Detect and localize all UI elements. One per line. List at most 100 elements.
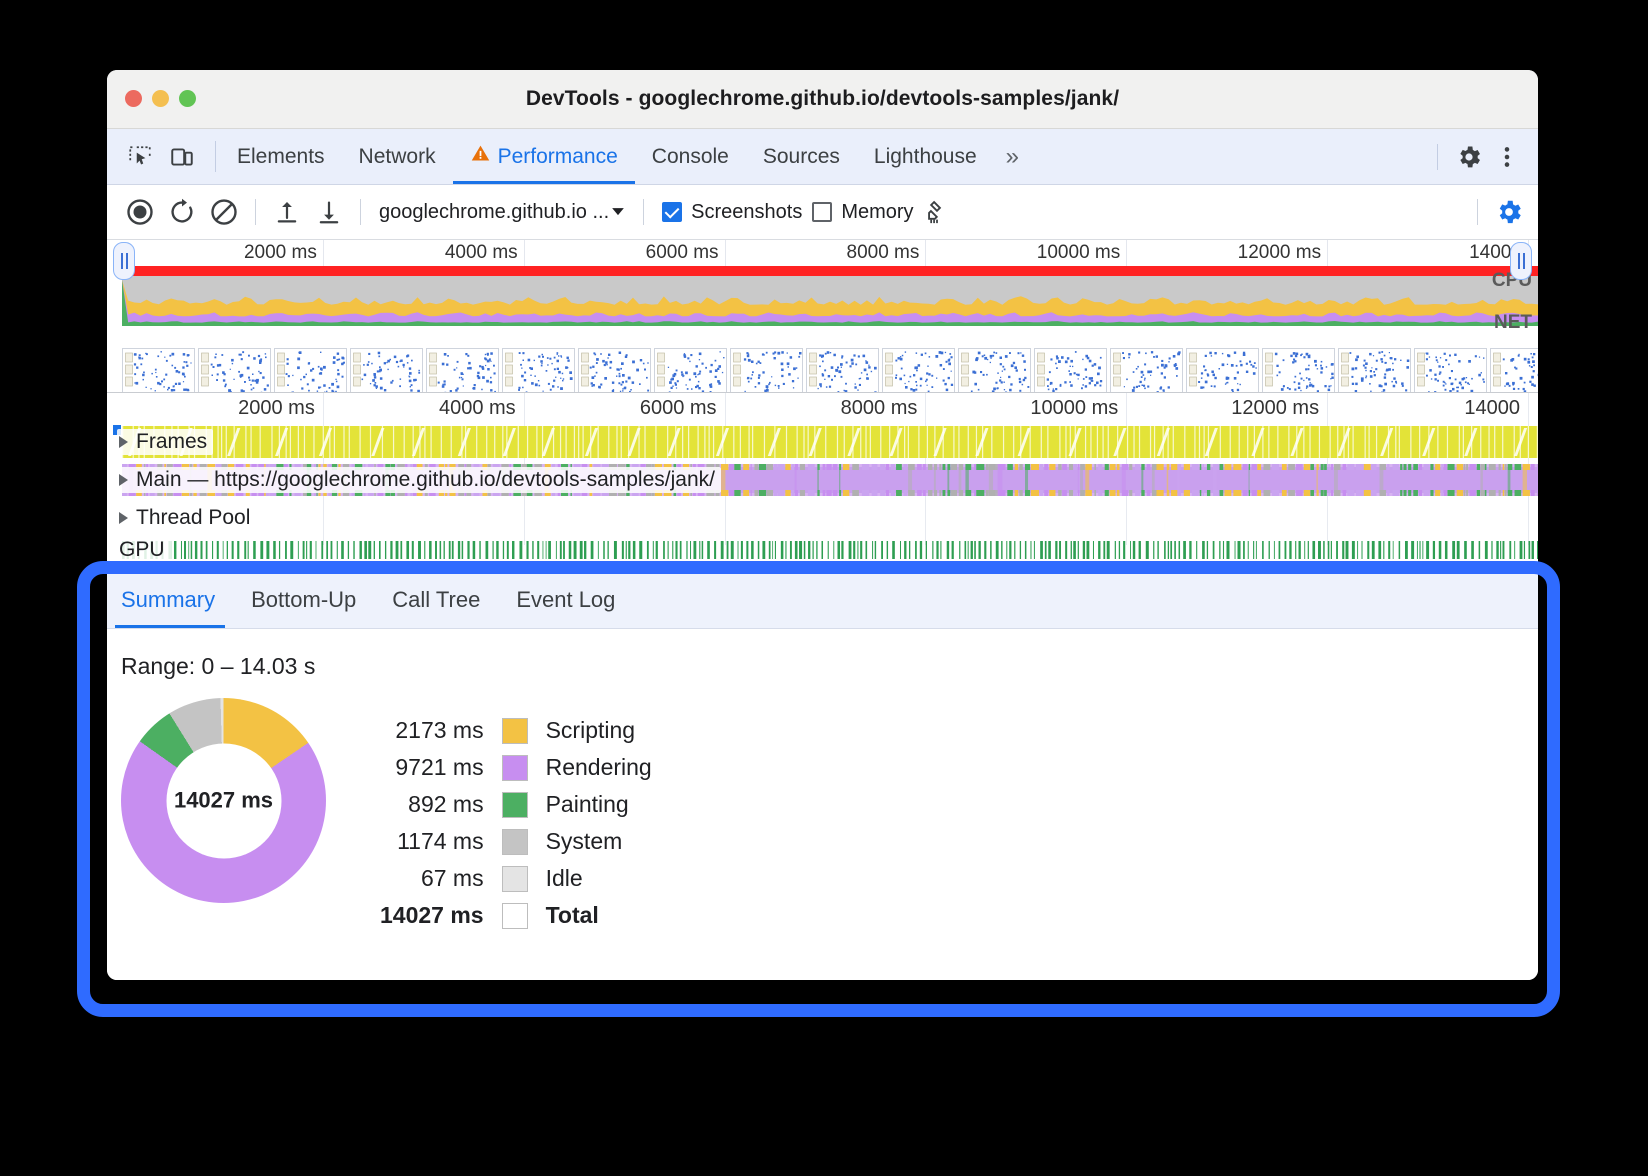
close-window-button[interactable] bbox=[125, 90, 142, 107]
inspect-element-icon[interactable] bbox=[123, 140, 157, 174]
screenshots-checkbox[interactable]: Screenshots bbox=[662, 201, 802, 224]
reload-record-icon[interactable] bbox=[163, 193, 201, 231]
tab-lighthouse[interactable]: Lighthouse bbox=[857, 129, 994, 184]
target-page-select[interactable]: googlechrome.github.io ... bbox=[373, 201, 631, 224]
tab-label: Console bbox=[652, 145, 729, 169]
track-label-text: GPU bbox=[119, 538, 165, 562]
legend-swatch bbox=[502, 897, 528, 934]
filmstrip-thumbnail[interactable] bbox=[806, 348, 879, 393]
filmstrip-thumbnail[interactable] bbox=[1490, 348, 1538, 393]
filmstrip-thumbnail[interactable] bbox=[122, 348, 195, 393]
tab-sources[interactable]: Sources bbox=[746, 129, 857, 184]
legend-row[interactable]: 2173 msScripting bbox=[380, 712, 652, 749]
tab-call-tree[interactable]: Call Tree bbox=[374, 572, 498, 628]
legend-value: 1174 ms bbox=[380, 823, 502, 860]
more-tabs-chevron-icon[interactable]: » bbox=[994, 129, 1031, 184]
panel-tabs: Elements Network Performance Console Sou… bbox=[220, 129, 1427, 184]
memory-checkbox[interactable]: Memory bbox=[812, 201, 913, 224]
legend-category-label: System bbox=[528, 823, 652, 860]
kebab-menu-icon[interactable] bbox=[1490, 140, 1524, 174]
download-profile-icon[interactable] bbox=[310, 193, 348, 231]
filmstrip-thumbnail[interactable] bbox=[882, 348, 955, 393]
legend-swatch bbox=[502, 786, 528, 823]
filmstrip-thumbnail[interactable] bbox=[730, 348, 803, 393]
filmstrip-thumbnail[interactable] bbox=[198, 348, 271, 393]
filmstrip-thumbnail[interactable] bbox=[958, 348, 1031, 393]
overview-right-handle[interactable] bbox=[1510, 242, 1532, 280]
gear-icon[interactable] bbox=[1452, 140, 1486, 174]
track-label-thread-pool[interactable]: Thread Pool bbox=[117, 505, 256, 531]
maximize-window-button[interactable] bbox=[179, 90, 196, 107]
network-track bbox=[122, 326, 1538, 348]
filmstrip-thumbnail[interactable] bbox=[1414, 348, 1487, 393]
legend-category-label: Idle bbox=[528, 860, 652, 897]
drawer-tab-label: Bottom-Up bbox=[251, 587, 356, 613]
overview-left-handle[interactable] bbox=[113, 242, 135, 280]
device-toolbar-icon[interactable] bbox=[165, 140, 199, 174]
track-label-main[interactable]: Main — https://googlechrome.github.io/de… bbox=[117, 467, 721, 493]
tracks-time-ruler: 2000 ms4000 ms6000 ms8000 ms10000 ms1200… bbox=[107, 393, 1538, 423]
filmstrip-thumbnail[interactable] bbox=[274, 348, 347, 393]
drawer-tab-label: Call Tree bbox=[392, 587, 480, 613]
tab-summary[interactable]: Summary bbox=[107, 572, 233, 628]
filmstrip-thumbnail[interactable] bbox=[1338, 348, 1411, 393]
collect-garbage-icon[interactable] bbox=[918, 193, 956, 231]
time-tick-label: 2000 ms bbox=[244, 242, 323, 264]
filmstrip-thumbnail[interactable] bbox=[1034, 348, 1107, 393]
track-row-gpu[interactable]: GPU bbox=[107, 537, 1538, 563]
timeline-tracks[interactable]: 2000 ms4000 ms6000 ms8000 ms10000 ms1200… bbox=[107, 393, 1538, 576]
tab-network[interactable]: Network bbox=[342, 129, 453, 184]
track-row-frames[interactable]: Frames bbox=[107, 423, 1538, 461]
track-row-main[interactable]: Main — https://googlechrome.github.io/de… bbox=[107, 461, 1538, 499]
traffic-lights bbox=[125, 90, 196, 107]
tab-console[interactable]: Console bbox=[635, 129, 746, 184]
record-circle-icon[interactable] bbox=[121, 193, 159, 231]
tab-event-log[interactable]: Event Log bbox=[498, 572, 633, 628]
filmstrip-thumbnail[interactable] bbox=[502, 348, 575, 393]
capture-settings-gear-icon[interactable] bbox=[1490, 193, 1528, 231]
legend-row[interactable]: 67 msIdle bbox=[380, 860, 652, 897]
filmstrip-thumbnail[interactable] bbox=[350, 348, 423, 393]
tab-label: Lighthouse bbox=[874, 145, 977, 169]
legend-value: 892 ms bbox=[380, 786, 502, 823]
expand-triangle-icon bbox=[119, 512, 128, 524]
upload-profile-icon[interactable] bbox=[268, 193, 306, 231]
legend-value: 14027 ms bbox=[380, 897, 502, 934]
time-tick-label: 2000 ms bbox=[238, 397, 323, 420]
activity-donut-chart[interactable]: 14027 ms bbox=[121, 698, 326, 903]
tab-performance[interactable]: Performance bbox=[453, 129, 635, 184]
drawer-tabs: Summary Bottom-Up Call Tree Event Log bbox=[107, 572, 1538, 629]
legend-category-label: Rendering bbox=[528, 749, 652, 786]
legend-row[interactable]: 1174 ms System bbox=[380, 823, 652, 860]
filmstrip-thumbnail[interactable] bbox=[578, 348, 651, 393]
tabstrip-right-actions bbox=[1427, 129, 1538, 184]
minimize-window-button[interactable] bbox=[152, 90, 169, 107]
legend-row[interactable]: 9721 msRendering bbox=[380, 749, 652, 786]
filmstrip-thumbnail[interactable] bbox=[426, 348, 499, 393]
track-label-text: Main — https://googlechrome.github.io/de… bbox=[136, 468, 715, 492]
drawer-tab-label: Event Log bbox=[516, 587, 615, 613]
legend-row[interactable]: 892 msPainting bbox=[380, 786, 652, 823]
track-label-frames[interactable]: Frames bbox=[117, 429, 213, 455]
tab-label: Network bbox=[359, 145, 436, 169]
chevron-down-icon bbox=[611, 201, 625, 224]
clear-prohibited-icon[interactable] bbox=[205, 193, 243, 231]
time-tick-label: 8000 ms bbox=[841, 397, 926, 420]
network-red-bar bbox=[122, 266, 1538, 276]
filmstrip-thumbnail[interactable] bbox=[1186, 348, 1259, 393]
legend-swatch bbox=[502, 823, 528, 860]
devtools-window: DevTools - googlechrome.github.io/devtoo… bbox=[107, 70, 1538, 980]
donut-center-total: 14027 ms bbox=[166, 743, 281, 858]
timeline-overview[interactable]: 2000 ms4000 ms6000 ms8000 ms10000 ms1200… bbox=[107, 240, 1538, 393]
legend-row-total[interactable]: 14027 msTotal bbox=[380, 897, 652, 934]
filmstrip-thumbnail[interactable] bbox=[1110, 348, 1183, 393]
time-tick-label: 6000 ms bbox=[646, 242, 725, 264]
filmstrip-thumbnail[interactable] bbox=[654, 348, 727, 393]
track-label-gpu[interactable]: GPU bbox=[117, 537, 171, 563]
tab-bottom-up[interactable]: Bottom-Up bbox=[233, 572, 374, 628]
filmstrip-thumbnail[interactable] bbox=[1262, 348, 1335, 393]
time-tick-label: 4000 ms bbox=[445, 242, 524, 264]
track-row-thread-pool[interactable]: Thread Pool bbox=[107, 499, 1538, 537]
tab-elements[interactable]: Elements bbox=[220, 129, 342, 184]
screenshot-filmstrip[interactable] bbox=[122, 348, 1538, 393]
